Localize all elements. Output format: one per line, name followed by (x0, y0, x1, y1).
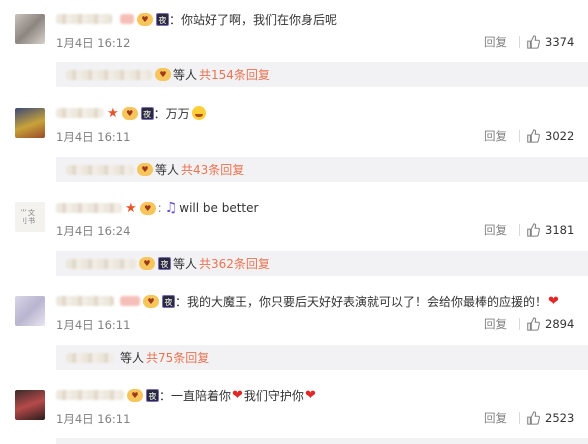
red-star-icon: ★ (107, 105, 119, 121)
divider (519, 318, 520, 330)
comment-text-continued: 我们守护你 (243, 388, 304, 403)
avatar[interactable]: ⺌文 ⺉书 (15, 202, 45, 232)
reply-button[interactable]: 回复 (484, 222, 514, 238)
like-count: 3374 (545, 35, 575, 49)
comment-line: ★ ♥ : ♫ will be better (56, 200, 258, 216)
reply-count-link[interactable]: 共362条回复 (199, 255, 270, 272)
replies-summary[interactable]: ♥ 夜 等人 共362条回复 (56, 251, 588, 276)
music-note-icon: ♫ (164, 200, 178, 216)
like-count: 3022 (545, 129, 575, 143)
people-label: 等人 (173, 257, 198, 271)
comment-time: 1月4日 16:11 (56, 318, 131, 332)
people-label: 等人 (120, 351, 145, 365)
fan-badge-icon: ♥ (127, 388, 143, 402)
avatar[interactable] (15, 296, 45, 326)
replies-summary[interactable]: 等人 共75条回复 (56, 345, 588, 370)
comment-text: ：我的大魔王，你只要后天好好表演就可以了！会给你最棒的应援的！ (175, 294, 548, 309)
night-badge-icon: 夜 (156, 12, 169, 26)
colon: : (157, 201, 162, 215)
fan-badge-icon: ♥ (137, 163, 153, 176)
thumbs-up-icon[interactable] (526, 223, 540, 237)
username[interactable] (56, 203, 122, 213)
username[interactable] (56, 296, 114, 306)
username-suffix (120, 296, 140, 306)
comment-text: will be better (179, 201, 259, 215)
comment-time: 1月4日 16:11 (56, 130, 131, 144)
comment-time: 1月4日 16:24 (56, 224, 131, 238)
reply-usernames (66, 69, 152, 80)
username[interactable] (56, 14, 112, 24)
night-badge-icon: 夜 (158, 257, 171, 270)
like-count: 2894 (545, 317, 575, 331)
comment-text: ：一直陪着你 (159, 388, 232, 403)
replies-summary[interactable]: ♥ 等人 共154条回复 (56, 62, 588, 87)
username-suffix (120, 14, 134, 24)
reply-button[interactable]: 回复 (484, 128, 514, 144)
comment-actions: 回复 3022 (484, 129, 574, 143)
replies-summary[interactable] (56, 438, 588, 444)
reply-button[interactable]: 回复 (484, 316, 514, 332)
heart-icon: ❤ (304, 387, 316, 403)
reply-usernames (66, 258, 136, 269)
fan-badge-icon: ♥ (139, 257, 155, 270)
reply-usernames (66, 164, 134, 175)
comment-line: ♥ 夜 ：一直陪着你 ❤ 我们守护你 ❤ (56, 387, 317, 403)
comment-line: ♥ 夜 ：你站好了啊，我们在你身后呢 (56, 11, 337, 27)
heart-icon: ❤ (548, 293, 559, 309)
people-label: 等人 (155, 163, 180, 177)
red-star-icon: ★ (125, 200, 137, 216)
thumbs-up-icon[interactable] (526, 35, 540, 49)
replies-summary[interactable]: ♥ 等人 共43条回复 (56, 157, 588, 182)
reply-count-link[interactable]: 共75条回复 (146, 349, 209, 366)
people-label: 等人 (173, 68, 198, 82)
comment-actions: 回复 3181 (484, 223, 574, 237)
reply-usernames (66, 352, 114, 363)
comment-time: 1月4日 16:12 (56, 36, 131, 50)
reply-count-link[interactable]: 共43条回复 (181, 161, 244, 178)
night-badge-icon: 夜 (146, 388, 159, 402)
avatar[interactable] (15, 390, 45, 420)
reply-button[interactable]: 回复 (484, 34, 514, 50)
thumbs-up-icon[interactable] (526, 129, 540, 143)
fan-badge-icon: ♥ (155, 68, 171, 81)
night-badge-icon: 夜 (140, 106, 154, 120)
comment-actions: 回复 2894 (484, 317, 574, 331)
like-count: 3181 (545, 223, 575, 237)
night-badge-icon: 夜 (162, 294, 175, 308)
reply-button[interactable]: 回复 (484, 410, 514, 426)
avatar[interactable] (15, 108, 45, 138)
divider (519, 412, 520, 424)
heart-icon: ❤ (232, 387, 243, 403)
divider (519, 36, 520, 48)
comment-text: ：你站好了啊，我们在你身后呢 (169, 12, 338, 27)
username[interactable] (56, 390, 124, 400)
comment-line: ♥ 夜 ：我的大魔王，你只要后天好好表演就可以了！会给你最棒的应援的！ ❤ (56, 293, 560, 309)
divider (519, 130, 520, 142)
comment-text: ：万万 (153, 106, 190, 121)
comment-line: ★ ♥ 夜 ：万万 (56, 105, 206, 121)
reply-count-link[interactable]: 共154条回复 (199, 66, 270, 83)
comment-actions: 回复 2523 (484, 411, 574, 425)
thumbs-up-icon[interactable] (526, 411, 540, 425)
crying-emoji-icon (191, 106, 206, 120)
avatar-calligraphy: ⺌文 ⺉书 (20, 209, 36, 225)
comment-actions: 回复 3374 (484, 35, 574, 49)
fan-badge-icon: ♥ (137, 12, 153, 26)
username[interactable] (56, 108, 104, 118)
like-count: 2523 (545, 411, 575, 425)
divider (519, 224, 520, 236)
comment-time: 1月4日 16:11 (56, 412, 131, 426)
fan-badge-icon: ♥ (143, 294, 159, 308)
thumbs-up-icon[interactable] (526, 317, 540, 331)
avatar[interactable] (15, 14, 45, 44)
fan-badge-icon: ♥ (139, 201, 156, 215)
fan-badge-icon: ♥ (121, 106, 138, 120)
